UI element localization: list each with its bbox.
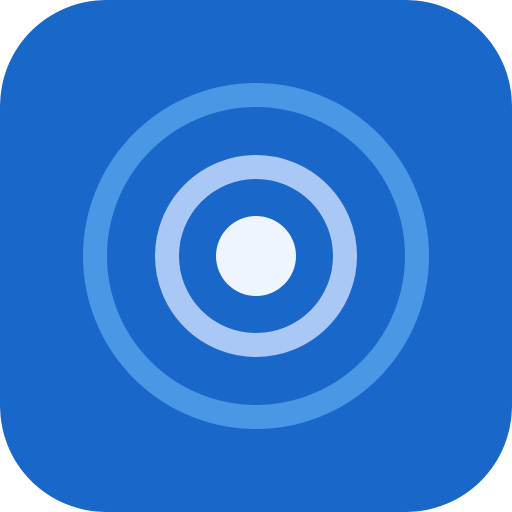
app-icon[interactable] [0,0,512,512]
center-dot [216,216,296,296]
radar-broadcast-icon [0,0,512,512]
